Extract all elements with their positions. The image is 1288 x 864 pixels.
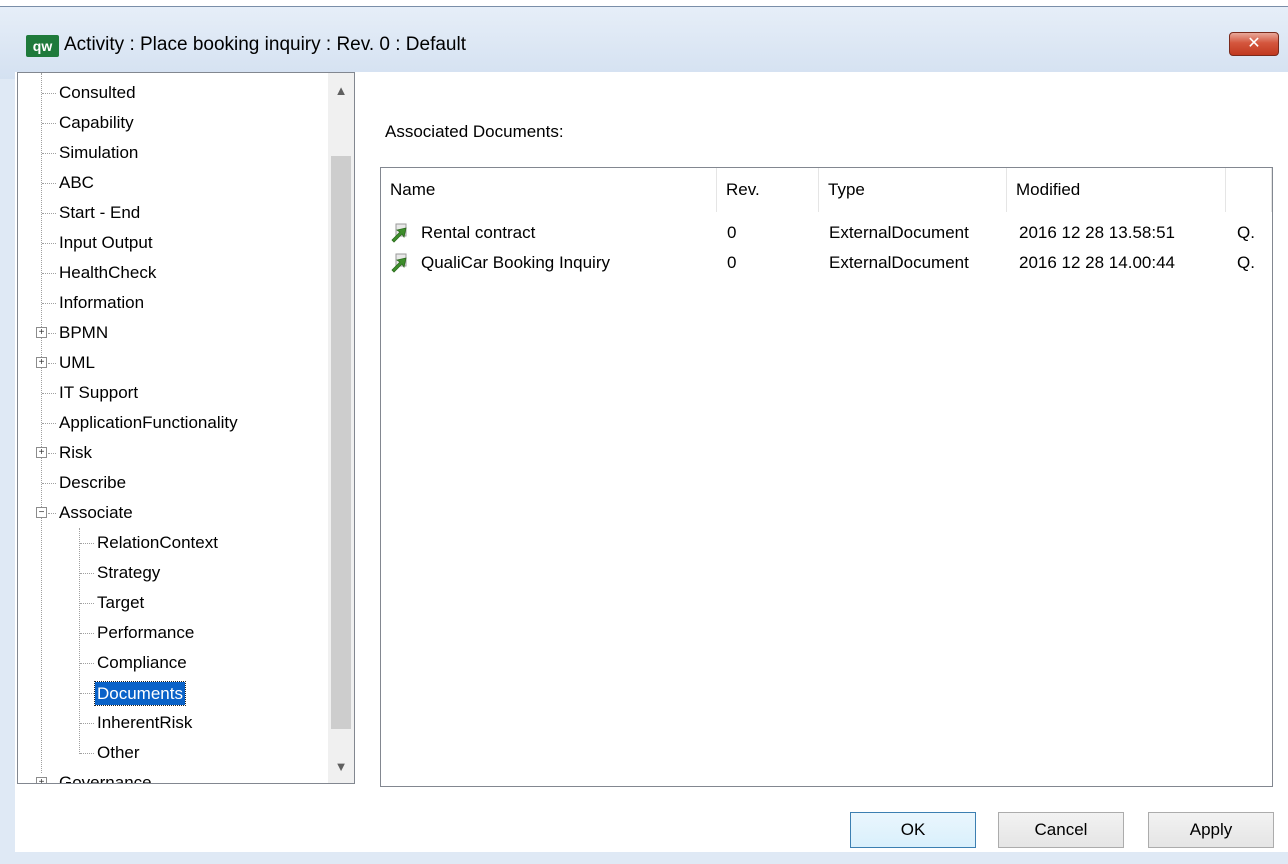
expand-icon[interactable]: + bbox=[36, 447, 47, 458]
table-row[interactable]: Rental contract 0 ExternalDocument 2016 … bbox=[381, 218, 1272, 248]
expand-icon[interactable]: + bbox=[36, 327, 47, 338]
tree-guide-line-child bbox=[79, 528, 80, 754]
document-name: QualiCar Booking Inquiry bbox=[421, 253, 610, 272]
scroll-thumb[interactable] bbox=[331, 156, 351, 729]
document-modified: 2016 12 28 14.00:44 bbox=[1019, 253, 1175, 272]
document-modified: 2016 12 28 13.58:51 bbox=[1019, 223, 1175, 242]
category-tree: Consulted Capability Simulation ABC Star… bbox=[17, 72, 355, 784]
title-bar[interactable]: qw Activity : Place booking inquiry : Re… bbox=[0, 7, 1288, 79]
column-header-rev[interactable]: Rev. bbox=[717, 168, 819, 212]
apply-button[interactable]: Apply bbox=[1148, 812, 1274, 848]
documents-list: Name Rev. Type Modified Rental contract … bbox=[380, 167, 1273, 787]
close-button[interactable]: ✕ bbox=[1229, 32, 1279, 56]
window-title: Activity : Place booking inquiry : Rev. … bbox=[64, 34, 466, 55]
app-logo-icon: qw bbox=[26, 35, 59, 57]
ok-button[interactable]: OK bbox=[850, 812, 976, 848]
column-header-extra[interactable] bbox=[1226, 168, 1272, 212]
expand-icon[interactable]: + bbox=[36, 357, 47, 368]
associated-documents-label: Associated Documents: bbox=[385, 122, 564, 141]
external-document-icon bbox=[391, 223, 407, 243]
document-rev: 0 bbox=[727, 253, 737, 272]
external-document-icon bbox=[391, 253, 407, 273]
column-header-modified[interactable]: Modified bbox=[1007, 168, 1226, 212]
tree-scrollbar[interactable]: ▲ ▼ bbox=[328, 73, 354, 783]
table-row[interactable]: QualiCar Booking Inquiry 0 ExternalDocum… bbox=[381, 248, 1272, 278]
document-extra: Q. bbox=[1237, 253, 1255, 272]
document-rev: 0 bbox=[727, 223, 737, 242]
document-type: ExternalDocument bbox=[829, 223, 969, 242]
selected-tree-label[interactable]: Documents bbox=[94, 681, 186, 706]
expand-icon[interactable]: + bbox=[36, 777, 47, 783]
document-extra: Q. bbox=[1237, 223, 1255, 242]
scroll-down-icon[interactable]: ▼ bbox=[328, 759, 354, 774]
column-header-type[interactable]: Type bbox=[819, 168, 1007, 212]
document-name: Rental contract bbox=[421, 223, 536, 242]
cancel-button[interactable]: Cancel bbox=[998, 812, 1124, 848]
scroll-up-icon[interactable]: ▲ bbox=[328, 83, 354, 98]
column-header-name[interactable]: Name bbox=[381, 168, 717, 212]
collapse-icon[interactable]: − bbox=[36, 507, 47, 518]
document-type: ExternalDocument bbox=[829, 253, 969, 272]
